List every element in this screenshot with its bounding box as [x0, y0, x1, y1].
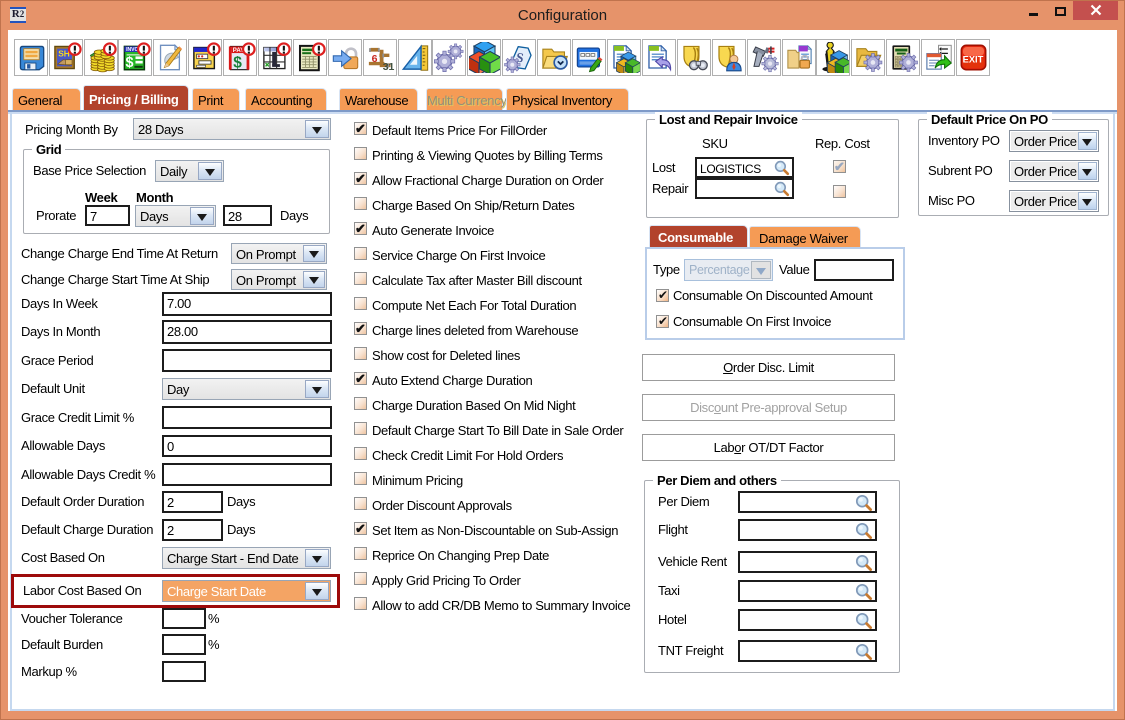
svg-text:$: $ — [233, 54, 242, 71]
svg-text:$: $ — [126, 55, 134, 71]
svg-text:31: 31 — [383, 61, 395, 73]
svg-text:EXIT: EXIT — [963, 55, 984, 65]
svg-text:6: 6 — [372, 53, 378, 65]
